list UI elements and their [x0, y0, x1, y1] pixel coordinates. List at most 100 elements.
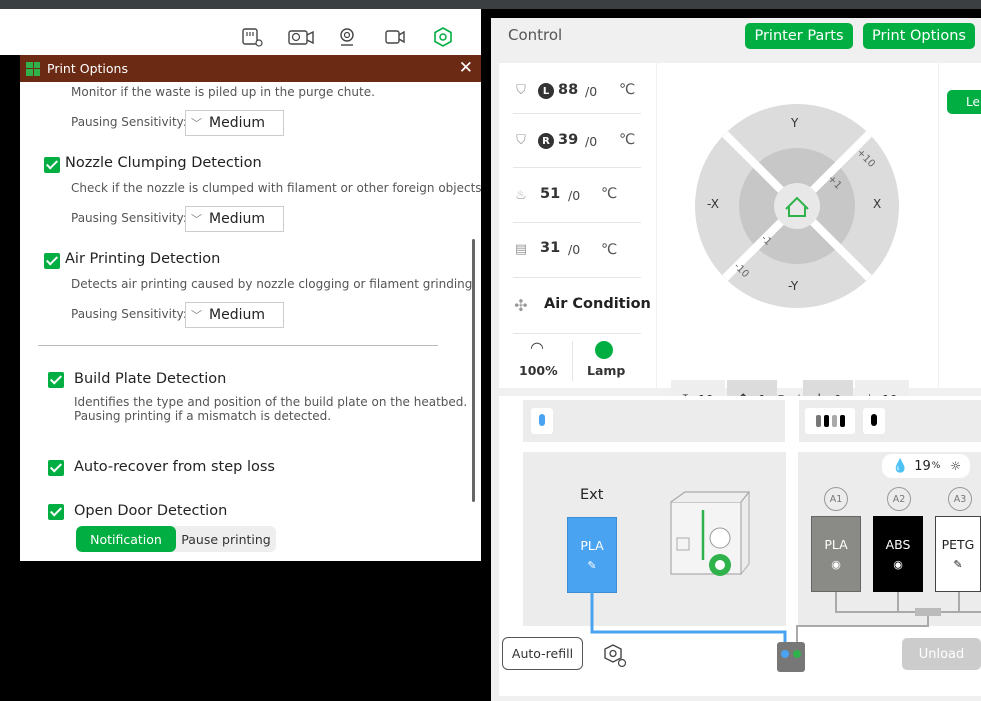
ams-slots-indicator[interactable]: [805, 408, 855, 434]
slot-a3-icon[interactable]: A3: [948, 487, 972, 511]
sd-card-icon[interactable]: [240, 25, 264, 49]
nozzle-clumping-sensitivity-label: Pausing Sensitivity:: [71, 211, 187, 225]
jog-x-plus[interactable]: X: [873, 197, 881, 211]
ext-tray-indicator[interactable]: [531, 408, 553, 434]
webcam-icon[interactable]: [335, 25, 359, 49]
auto-recover-checkbox[interactable]: [48, 460, 64, 476]
waste-detection-desc: Monitor if the waste is piled up in the …: [71, 85, 375, 99]
ext-spool-button[interactable]: PLA ✎: [567, 517, 617, 593]
dialog-title: Print Options: [47, 61, 128, 76]
bed-temp: 51: [540, 186, 561, 202]
humidity-drop-icon: 💧: [892, 458, 909, 474]
chamber-target[interactable]: /0: [568, 242, 580, 257]
bed-unit: ℃: [601, 186, 618, 202]
temp-separator: [513, 222, 641, 223]
control-panel: Control Printer Parts Print Options ⛉ L …: [491, 18, 981, 701]
air-printing-checkbox[interactable]: [44, 253, 60, 269]
print-options-button[interactable]: Print Options: [863, 23, 975, 49]
auto-recover-title: Auto-recover from step loss: [74, 459, 275, 475]
slot-a1-icon[interactable]: A1: [824, 487, 848, 511]
waste-sensitivity-label: Pausing Sensitivity:: [71, 115, 187, 129]
nozzle-left-badge: L: [538, 83, 554, 99]
edit-icon: ✎: [587, 559, 597, 572]
section-divider: [38, 345, 438, 346]
air-printing-sensitivity-value: Medium: [209, 307, 265, 323]
ams-second-indicator[interactable]: [863, 408, 885, 434]
print-speed-value[interactable]: 100%: [519, 363, 558, 378]
bed-target[interactable]: /0: [568, 188, 580, 203]
nozzle-left-unit: ℃: [619, 82, 636, 98]
video-camera-icon[interactable]: [383, 25, 407, 49]
eye-icon: ◉: [893, 558, 903, 571]
app-logo-icon: [26, 61, 40, 76]
open-door-title: Open Door Detection: [74, 503, 228, 519]
build-plate-checkbox[interactable]: [48, 372, 64, 388]
nozzle-right-temp: 39: [558, 132, 579, 148]
window-top-strip: [0, 0, 981, 9]
waste-sensitivity-select[interactable]: ﹀ Medium: [185, 110, 284, 136]
lamp-icon[interactable]: [595, 341, 613, 359]
dialog-body: Monitor if the waste is piled up in the …: [20, 82, 481, 561]
humidity-indicator[interactable]: 💧 19 % ☼: [882, 454, 970, 478]
ams-settings-icon[interactable]: ☼: [950, 459, 961, 473]
eye-icon: ◉: [831, 558, 841, 571]
waste-sensitivity-value: Medium: [209, 115, 265, 131]
control-title: Control: [508, 26, 563, 44]
nozzle-right-target[interactable]: /0: [585, 134, 597, 149]
temp-separator: [513, 113, 641, 114]
heatbed-icon: ♨: [515, 188, 527, 203]
close-icon[interactable]: ✕: [459, 58, 473, 78]
auto-refill-button[interactable]: Auto-refill: [502, 637, 583, 670]
printer-illustration: [670, 491, 751, 576]
hexagon-settings-icon[interactable]: [431, 25, 455, 49]
humidity-value: 19: [914, 458, 931, 474]
open-door-checkbox[interactable]: [48, 504, 64, 520]
ext-tray-strip: [523, 400, 785, 442]
nozzle-right-badge: R: [538, 133, 554, 149]
chevron-down-icon: ﹀: [191, 117, 202, 130]
build-plate-title: Build Plate Detection: [74, 371, 227, 387]
air-condition-button[interactable]: Air Condition: [544, 296, 651, 312]
notification-option[interactable]: Notification: [76, 526, 176, 552]
jog-panel: Y -Y X -X +10 +1 -1 -10 ⤒10 ↑1 Bed ↓1 ⤓1…: [657, 63, 938, 419]
printer-parts-button[interactable]: Printer Parts: [745, 23, 853, 49]
nozzle-clumping-title: Nozzle Clumping Detection: [65, 155, 262, 171]
nozzle-right-icon: ⛉: [516, 133, 526, 148]
build-plate-desc-1: Identifies the type and position of the …: [74, 395, 468, 409]
lamp-label[interactable]: Lamp: [587, 363, 625, 378]
ams-spool-a2[interactable]: ABS ◉: [873, 516, 923, 592]
humidity-unit: %: [931, 461, 941, 471]
left-extruder-button[interactable]: Le: [947, 90, 981, 114]
temp-separator: [513, 277, 641, 278]
timelapse-camera-icon[interactable]: [287, 25, 315, 49]
air-printing-sensitivity-label: Pausing Sensitivity:: [71, 307, 187, 321]
temp-separator: [513, 333, 641, 334]
nozzle-left-target[interactable]: /0: [585, 84, 597, 99]
air-printing-sensitivity-select[interactable]: ﹀ Medium: [185, 302, 284, 328]
nozzle-clumping-checkbox[interactable]: [44, 157, 60, 173]
edit-icon: ✎: [953, 558, 963, 571]
jog-x-minus[interactable]: -X: [707, 197, 719, 211]
slot-a2-icon[interactable]: A2: [887, 487, 911, 511]
air-printing-title: Air Printing Detection: [65, 251, 221, 267]
speed-gauge-icon[interactable]: ◠: [524, 338, 550, 357]
nozzle-clumping-desc: Check if the nozzle is clumped with fila…: [71, 181, 481, 195]
pause-printing-option[interactable]: Pause printing: [176, 526, 276, 552]
dialog-scrollbar[interactable]: [472, 239, 475, 502]
nozzle-clumping-sensitivity-select[interactable]: ﹀ Medium: [185, 206, 284, 232]
temperature-panel: ⛉ L 88 /0 ℃ ⛉ R 39 /0 ℃ ♨ 51 /0 ℃ ▤ 31 /…: [499, 63, 656, 388]
temp-separator: [513, 167, 641, 168]
nozzle-clumping-sensitivity-value: Medium: [209, 211, 265, 227]
chamber-unit: ℃: [601, 242, 618, 258]
unload-button[interactable]: Unload: [902, 638, 981, 670]
ams-settings-hex-icon[interactable]: [602, 642, 628, 668]
chevron-down-icon: ﹀: [191, 213, 202, 226]
ams-spool-a1[interactable]: PLA ◉: [811, 516, 861, 592]
jog-y-plus[interactable]: Y: [791, 116, 798, 130]
jog-y-minus[interactable]: -Y: [788, 279, 798, 293]
ams-spool-a3[interactable]: PETG ✎: [935, 516, 981, 592]
chamber-temp: 31: [540, 240, 561, 256]
dialog-title-bar: Print Options: [20, 55, 481, 82]
vertical-separator: [572, 341, 573, 381]
open-door-mode-toggle: Notification Pause printing: [76, 526, 276, 552]
